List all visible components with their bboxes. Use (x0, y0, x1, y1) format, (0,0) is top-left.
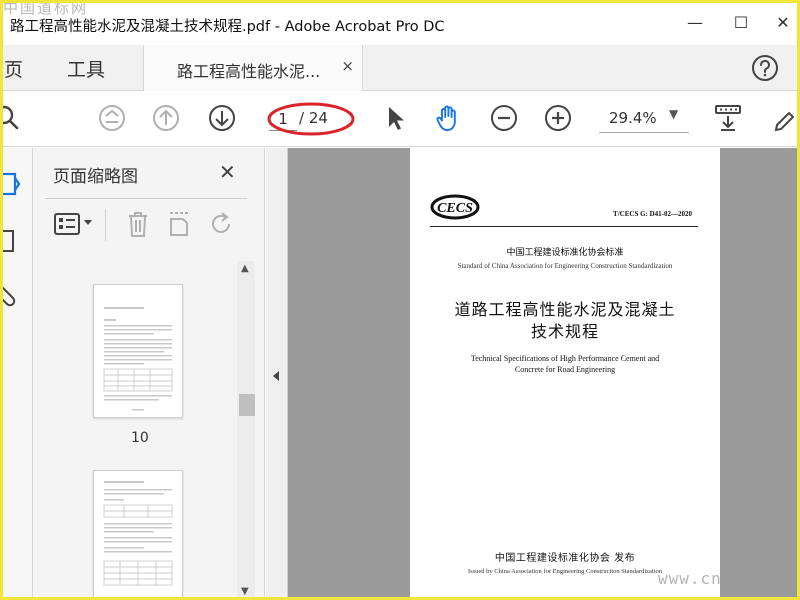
zoom-value: 29.4% (609, 109, 657, 127)
association-en: Standard of China Association for Engine… (457, 262, 673, 270)
search-icon[interactable] (0, 103, 23, 133)
panel-close-button[interactable]: ✕ (219, 160, 236, 184)
scroll-down-arrow[interactable]: ▼ (241, 586, 249, 597)
toolbar-divider (105, 209, 106, 241)
thumbnail-page-content (103, 481, 173, 586)
page-number-box: / 24 (265, 107, 349, 131)
help-icon[interactable] (751, 54, 779, 82)
page-thumbnail[interactable] (93, 470, 183, 597)
page-thumbnail[interactable] (93, 284, 183, 418)
toolbar: / 24 29.4% ▼ (3, 91, 797, 147)
scroll-thumb[interactable] (239, 394, 255, 416)
close-window-button[interactable]: ✕ (771, 11, 795, 35)
app-window: 中国道标网 路工程高性能水泥及混凝土技术规程.pdf - Adobe Acrob… (0, 0, 800, 600)
previous-page-icon[interactable] (151, 103, 181, 133)
window-title: 路工程高性能水泥及混凝土技术规程.pdf - Adobe Acrobat Pro… (10, 19, 445, 35)
thumbnail-options-icon[interactable] (53, 211, 81, 237)
panel-title: 页面缩略图 (53, 167, 138, 187)
page-thumbnails-icon[interactable] (0, 170, 21, 198)
document-title-en-line1: Technical Specifications of High Perform… (470, 354, 660, 363)
select-cursor-icon[interactable] (381, 103, 411, 133)
trash-icon[interactable] (125, 209, 151, 239)
document-title-cn-line2: 技术规程 (530, 322, 599, 341)
left-rail (0, 148, 33, 597)
scroll-up-arrow[interactable]: ▲ (241, 263, 249, 274)
page-total: / 24 (299, 109, 328, 127)
collapse-arrow-icon[interactable] (272, 370, 280, 382)
page-number-input[interactable] (269, 107, 297, 131)
minimize-button[interactable]: — (683, 11, 707, 35)
association-cn: 中国工程建设标准化协会标准 (506, 248, 624, 258)
pdf-page: CECS T/CECS G: D41-02—2020 中国工程建设标准化协会标准… (410, 148, 720, 597)
first-page-icon[interactable] (97, 103, 127, 133)
thumbnails-scrollbar[interactable]: ▲ ▼ (237, 261, 255, 597)
maximize-button[interactable]: ☐ (729, 11, 753, 35)
insert-page-icon[interactable] (167, 209, 193, 239)
header-rule (430, 226, 698, 227)
document-tab-close-button[interactable]: × (341, 57, 354, 75)
thumbnails-panel: 页面缩略图 ✕ 10 ▲ ▼ (33, 148, 265, 597)
watermark-bottom: www.cn (658, 569, 722, 588)
title-bar: 中国道标网 路工程高性能水泥及混凝土技术规程.pdf - Adobe Acrob… (3, 3, 797, 45)
zoom-in-icon[interactable] (543, 103, 573, 133)
tab-tools[interactable]: 工具 (67, 55, 105, 82)
publisher-cn: 中国工程建设标准化协会 发布 (494, 553, 636, 564)
cecs-logo-text: CECS (437, 201, 473, 216)
chevron-down-icon[interactable] (83, 219, 93, 227)
document-viewer[interactable]: CECS T/CECS G: D41-02—2020 中国工程建设标准化协会标准… (266, 148, 797, 597)
scroll-mode-icon[interactable] (713, 103, 743, 133)
rotate-icon[interactable] (207, 209, 235, 239)
hand-tool-icon[interactable] (433, 103, 463, 133)
next-page-icon[interactable] (207, 103, 237, 133)
panel-toolbar (45, 198, 247, 248)
panel-collapse-strip[interactable] (266, 148, 288, 597)
sign-pen-icon[interactable] (773, 103, 800, 133)
zoom-dropdown[interactable]: 29.4% ▼ (599, 105, 689, 133)
attachment-icon[interactable] (0, 282, 19, 308)
thumbnail-page-content (103, 307, 173, 411)
document-tab-label: 路工程高性能水泥... (177, 62, 321, 81)
thumbnail-page-label: 10 (131, 430, 149, 446)
standard-number: T/CECS G: D41-02—2020 (613, 210, 692, 218)
tab-document[interactable]: 路工程高性能水泥... × (143, 45, 363, 91)
tab-home[interactable]: 主页 (3, 55, 23, 82)
tab-row: 主页 工具 路工程高性能水泥... × (3, 45, 797, 91)
zoom-out-icon[interactable] (489, 103, 519, 133)
chevron-down-icon: ▼ (669, 107, 679, 121)
cecs-logo: CECS (430, 194, 480, 220)
document-title-en-line2: Concrete for Road Engineering (514, 365, 616, 374)
document-title-cn-line1: 道路工程高性能水泥及混凝土 (454, 300, 676, 319)
bookmark-icon[interactable] (0, 228, 17, 254)
